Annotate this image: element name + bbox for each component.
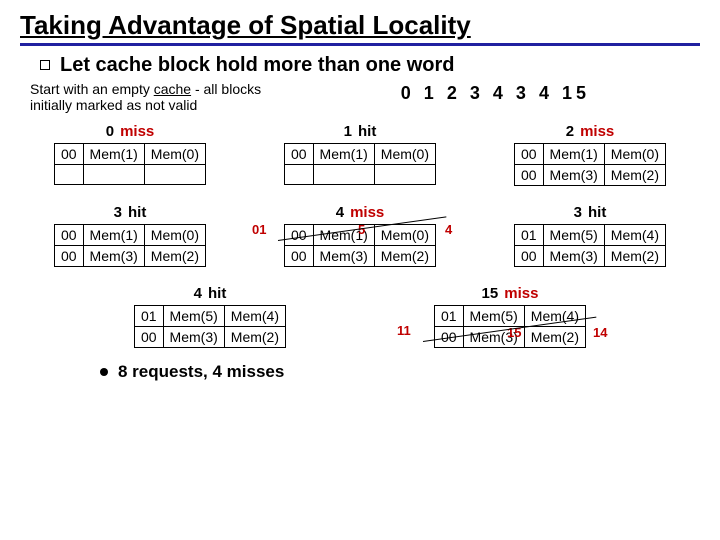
step-6: 4hit 01Mem(5)Mem(4) 00Mem(3)Mem(2) bbox=[95, 285, 325, 348]
cache-table-0: 00Mem(1)Mem(0) bbox=[54, 143, 206, 185]
cache-table-1: 00Mem(1)Mem(0) bbox=[284, 143, 436, 185]
cache-table-5: 01Mem(5)Mem(4) 00Mem(3)Mem(2) bbox=[514, 224, 666, 267]
footer-row: 8 requests, 4 misses bbox=[100, 362, 700, 382]
step-7: 15miss 11 15 14 01Mem(5)Mem(4) 00Mem(3)M… bbox=[395, 285, 625, 348]
steps-row-3: 4hit 01Mem(5)Mem(4) 00Mem(3)Mem(2) 15mis… bbox=[20, 285, 700, 348]
step-2: 2miss 00Mem(1)Mem(0) 00Mem(3)Mem(2) bbox=[480, 123, 700, 186]
overlay-c2-4: 4 bbox=[445, 222, 452, 237]
step-0: 0miss 00Mem(1)Mem(0) bbox=[20, 123, 240, 186]
square-bullet-icon bbox=[40, 60, 50, 70]
access-sequence: 0 1 2 3 4 3 4 15 bbox=[401, 83, 590, 113]
step-5: 3hit 01Mem(5)Mem(4) 00Mem(3)Mem(2) bbox=[480, 204, 700, 267]
step-1: 1hit 00Mem(1)Mem(0) bbox=[250, 123, 470, 186]
overlay-c2-7: 14 bbox=[593, 325, 607, 340]
footer-text: 8 requests, 4 misses bbox=[118, 362, 284, 382]
intro-row: Start with an empty cache - all blocks i… bbox=[30, 81, 700, 113]
steps-row-2: 3hit 00Mem(1)Mem(0) 00Mem(3)Mem(2) 4miss… bbox=[20, 204, 700, 267]
cache-table-3: 00Mem(1)Mem(0) 00Mem(3)Mem(2) bbox=[54, 224, 206, 267]
bullet-row: Let cache block hold more than one word bbox=[40, 54, 700, 77]
slide-title: Taking Advantage of Spatial Locality bbox=[20, 10, 700, 46]
overlay-tag-7: 11 bbox=[397, 323, 411, 338]
steps-row-1: 0miss 00Mem(1)Mem(0) 1hit 00Mem(1)Mem(0)… bbox=[20, 123, 700, 186]
overlay-tag-4: 01 bbox=[252, 222, 266, 237]
step-4: 4miss 01 5 4 00Mem(1)Mem(0) 00Mem(3)Mem(… bbox=[250, 204, 470, 267]
step-3: 3hit 00Mem(1)Mem(0) 00Mem(3)Mem(2) bbox=[20, 204, 240, 267]
cache-table-2: 00Mem(1)Mem(0) 00Mem(3)Mem(2) bbox=[514, 143, 666, 186]
bullet-text: Let cache block hold more than one word bbox=[60, 54, 455, 77]
intro-text: Start with an empty cache - all blocks i… bbox=[30, 81, 290, 113]
bullet-dot-icon bbox=[100, 368, 108, 376]
cache-table-6: 01Mem(5)Mem(4) 00Mem(3)Mem(2) bbox=[134, 305, 286, 348]
